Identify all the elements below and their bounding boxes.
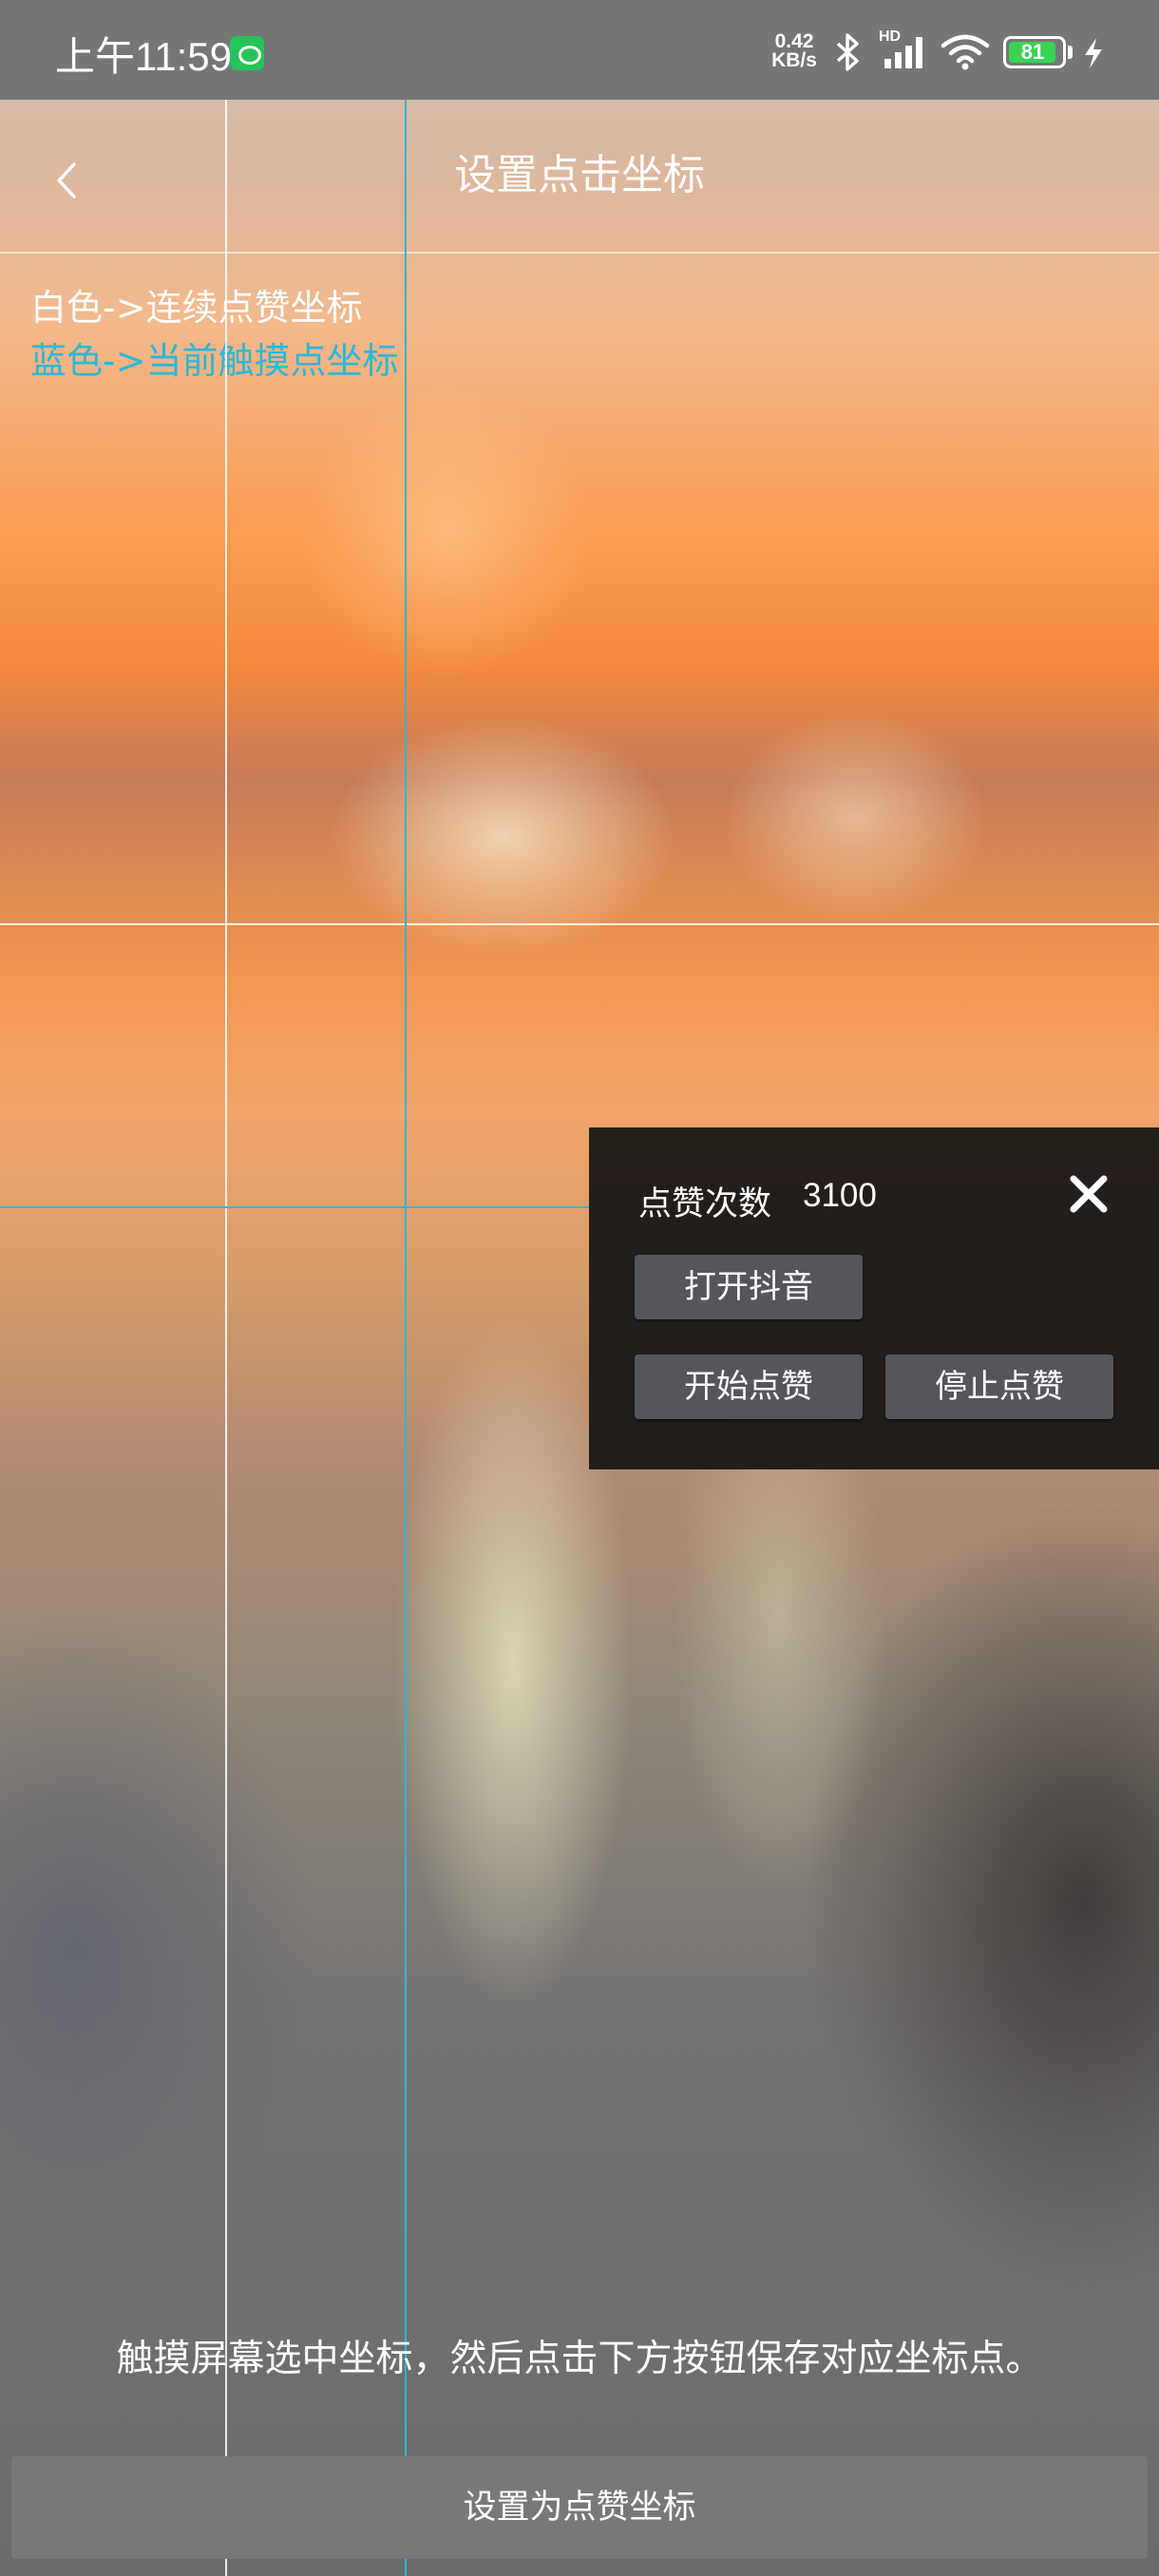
like-count-value: 3100 xyxy=(803,1177,877,1214)
instruction-text: 触摸屏幕选中坐标，然后点击下方按钮保存对应坐标点。 xyxy=(116,2338,1043,2380)
charging-icon xyxy=(1085,38,1102,68)
stop-like-button[interactable]: 停止点赞 xyxy=(885,1354,1113,1419)
like-coordinate-vertical-line xyxy=(225,100,227,2576)
header: 设置点击坐标 xyxy=(0,100,1159,252)
header-divider xyxy=(0,252,1159,254)
wifi-icon xyxy=(940,34,990,70)
like-count-label: 点赞次数 xyxy=(638,1185,772,1223)
color-legend: 白色->连续点赞坐标 蓝色->当前触摸点坐标 xyxy=(30,281,399,388)
network-speed-unit: KB/s xyxy=(771,49,817,71)
battery-tip xyxy=(1068,46,1073,59)
page-title: 设置点击坐标 xyxy=(454,151,705,199)
floating-control-panel[interactable]: 点赞次数 3100 打开抖音 开始点赞 停止点赞 xyxy=(589,1127,1159,1469)
bluetooth-icon xyxy=(836,33,859,71)
set-like-coordinate-button[interactable]: 设置为点赞坐标 xyxy=(11,2456,1148,2559)
battery-level: 81 xyxy=(1020,40,1045,64)
status-time: 上午11:59 xyxy=(55,34,232,79)
close-panel-button[interactable] xyxy=(1066,1171,1112,1217)
app-notification-icon xyxy=(230,36,264,70)
battery-icon: 81 xyxy=(1003,36,1066,68)
close-icon xyxy=(1070,1175,1108,1213)
status-bar: 上午11:59 0.42 KB/s HD 81 xyxy=(0,0,1159,100)
open-douyin-button[interactable]: 打开抖音 xyxy=(635,1255,863,1319)
touch-coordinate-horizontal-line xyxy=(0,1206,589,1208)
legend-blue-text: 蓝色->当前触摸点坐标 xyxy=(30,340,399,382)
legend-white-text: 白色->连续点赞坐标 xyxy=(30,287,363,329)
back-button[interactable] xyxy=(38,147,95,214)
touch-coordinate-vertical-line xyxy=(405,100,407,2576)
start-like-button[interactable]: 开始点赞 xyxy=(635,1354,863,1419)
chevron-left-icon xyxy=(57,162,76,199)
network-speed-value: 0.42 xyxy=(774,30,814,52)
like-coordinate-horizontal-line xyxy=(0,923,1159,925)
signal-icon: HD xyxy=(879,28,934,70)
network-speed: 0.42 KB/s xyxy=(766,30,823,71)
